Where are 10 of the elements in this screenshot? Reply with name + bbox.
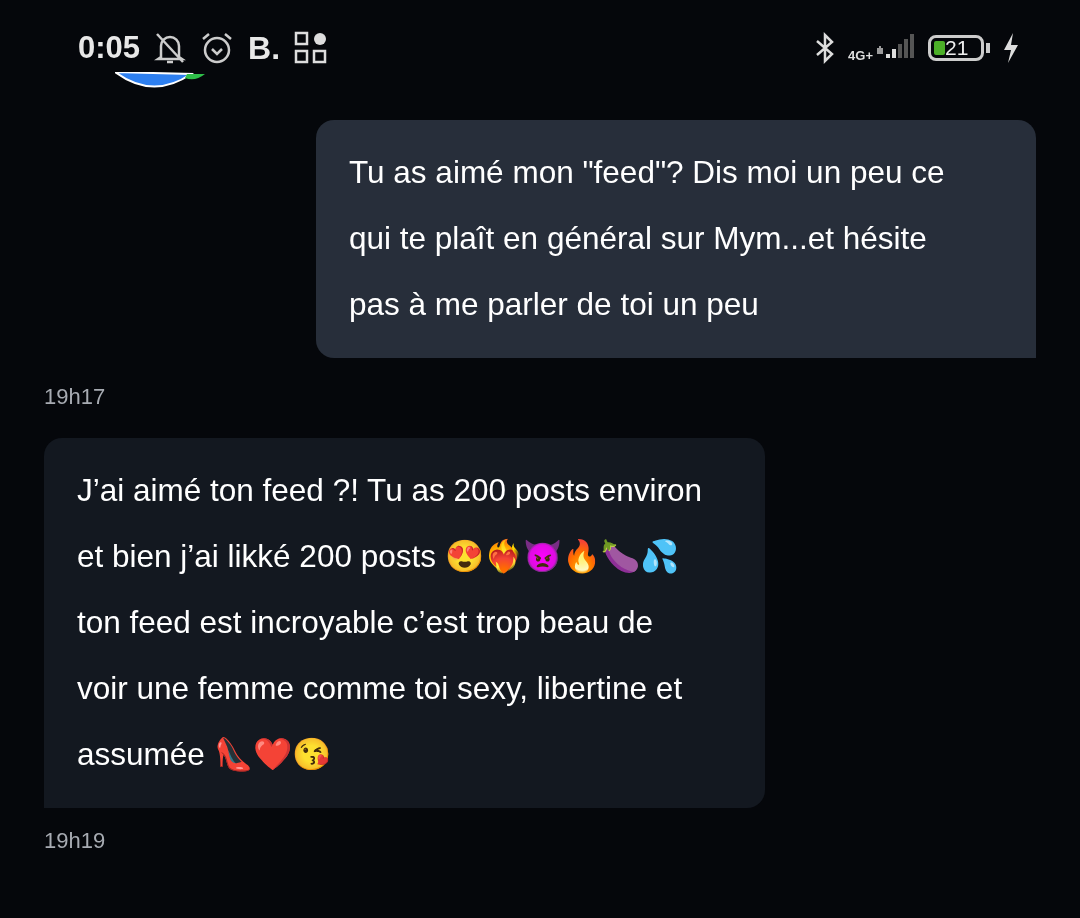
bell-off-icon	[154, 31, 187, 65]
message-bubble: J’ai aimé ton feed ?! Tu as 200 posts environ et bien j’ai likké 200 posts 😍❤‍🔥👿🔥🍆💦 ton feed est incroyable c’est trop beau de voir une femme comme toi sexy, libertine et assumée 👠❤😘	[44, 438, 765, 808]
clock-time: 0:05	[78, 30, 141, 66]
message-time: 19h19	[44, 828, 106, 854]
network-type: 4G+	[848, 49, 873, 62]
battery-percent: 21	[945, 36, 969, 60]
message-bubble: Tu as aimé mon "feed"? Dis moi un peu ce qui te plaît en général sur Mym...et hésite pas à me parler de toi un peu	[316, 120, 1036, 358]
message-time: 19h17	[44, 384, 106, 410]
app-grid-icon	[294, 31, 329, 65]
carrier-logo: B.	[248, 29, 281, 67]
